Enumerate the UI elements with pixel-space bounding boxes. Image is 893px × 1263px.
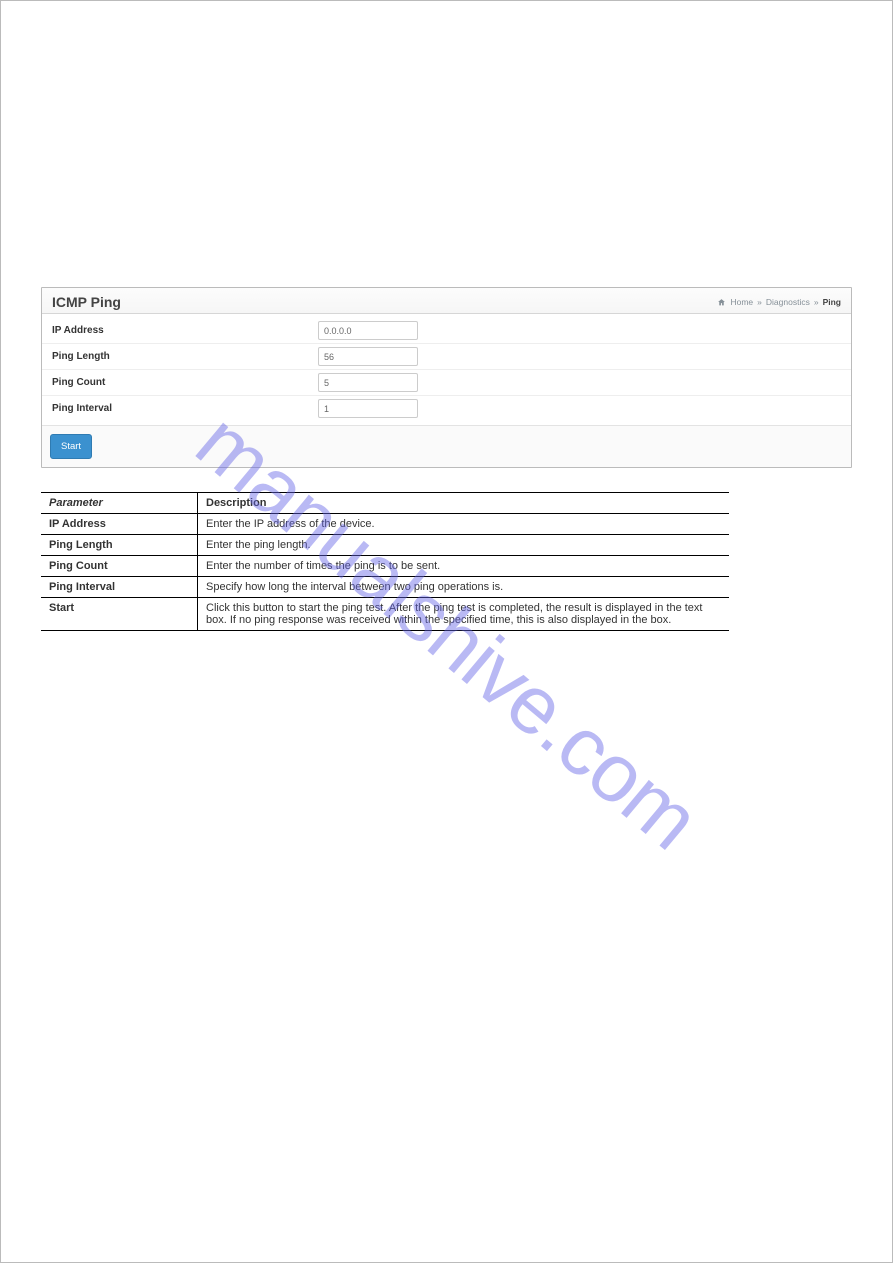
table-row: Ping Interval Specify how long the inter…	[41, 577, 729, 598]
input-ping-interval[interactable]	[318, 399, 418, 418]
table-row: Ping Count Enter the number of times the…	[41, 556, 729, 577]
cell-desc: Specify how long the interval between tw…	[198, 577, 730, 598]
table-row: IP Address Enter the IP address of the d…	[41, 514, 729, 535]
cell-desc: Enter the IP address of the device.	[198, 514, 730, 535]
row-ping-length: Ping Length	[42, 343, 851, 369]
panel-header: ICMP Ping Home » Diagnostics » Ping	[42, 288, 851, 314]
breadcrumb: Home » Diagnostics » Ping	[717, 297, 841, 307]
cell-key: Ping Length	[41, 535, 198, 556]
breadcrumb-current: Ping	[823, 297, 841, 307]
cell-desc: Click this button to start the ping test…	[198, 598, 730, 631]
cell-desc: Enter the number of times the ping is to…	[198, 556, 730, 577]
th-description: Description	[198, 493, 730, 514]
cell-key: IP Address	[41, 514, 198, 535]
breadcrumb-sep1: »	[757, 297, 762, 307]
label-ping-interval: Ping Interval	[52, 403, 318, 414]
breadcrumb-diagnostics[interactable]: Diagnostics	[766, 297, 810, 307]
cell-key: Ping Interval	[41, 577, 198, 598]
start-button[interactable]: Start	[50, 434, 92, 459]
panel-title: ICMP Ping	[52, 294, 121, 310]
home-icon	[717, 298, 726, 307]
label-ping-length: Ping Length	[52, 351, 318, 362]
input-ping-count[interactable]	[318, 373, 418, 392]
breadcrumb-sep2: »	[814, 297, 819, 307]
input-ping-length[interactable]	[318, 347, 418, 366]
input-ip-address[interactable]	[318, 321, 418, 340]
table-row: Start Click this button to start the pin…	[41, 598, 729, 631]
table-row: Ping Length Enter the ping length.	[41, 535, 729, 556]
th-parameter: Parameter	[41, 493, 198, 514]
panel-body: IP Address Ping Length Ping Count Ping I…	[42, 314, 851, 425]
icmp-ping-panel: ICMP Ping Home » Diagnostics » Ping IP A…	[41, 287, 852, 468]
manual-page: manualshive.com SCALANCE SC-600 Web Base…	[0, 0, 893, 1263]
breadcrumb-home[interactable]: Home	[730, 297, 753, 307]
row-ping-count: Ping Count	[42, 369, 851, 395]
cell-key: Start	[41, 598, 198, 631]
cell-desc: Enter the ping length.	[198, 535, 730, 556]
parameters-table: Parameter Description IP Address Enter t…	[41, 492, 729, 631]
label-ip-address: IP Address	[52, 325, 318, 336]
panel-footer: Start	[42, 425, 851, 467]
label-ping-count: Ping Count	[52, 377, 318, 388]
row-ping-interval: Ping Interval	[42, 395, 851, 421]
cell-key: Ping Count	[41, 556, 198, 577]
row-ip-address: IP Address	[42, 318, 851, 343]
